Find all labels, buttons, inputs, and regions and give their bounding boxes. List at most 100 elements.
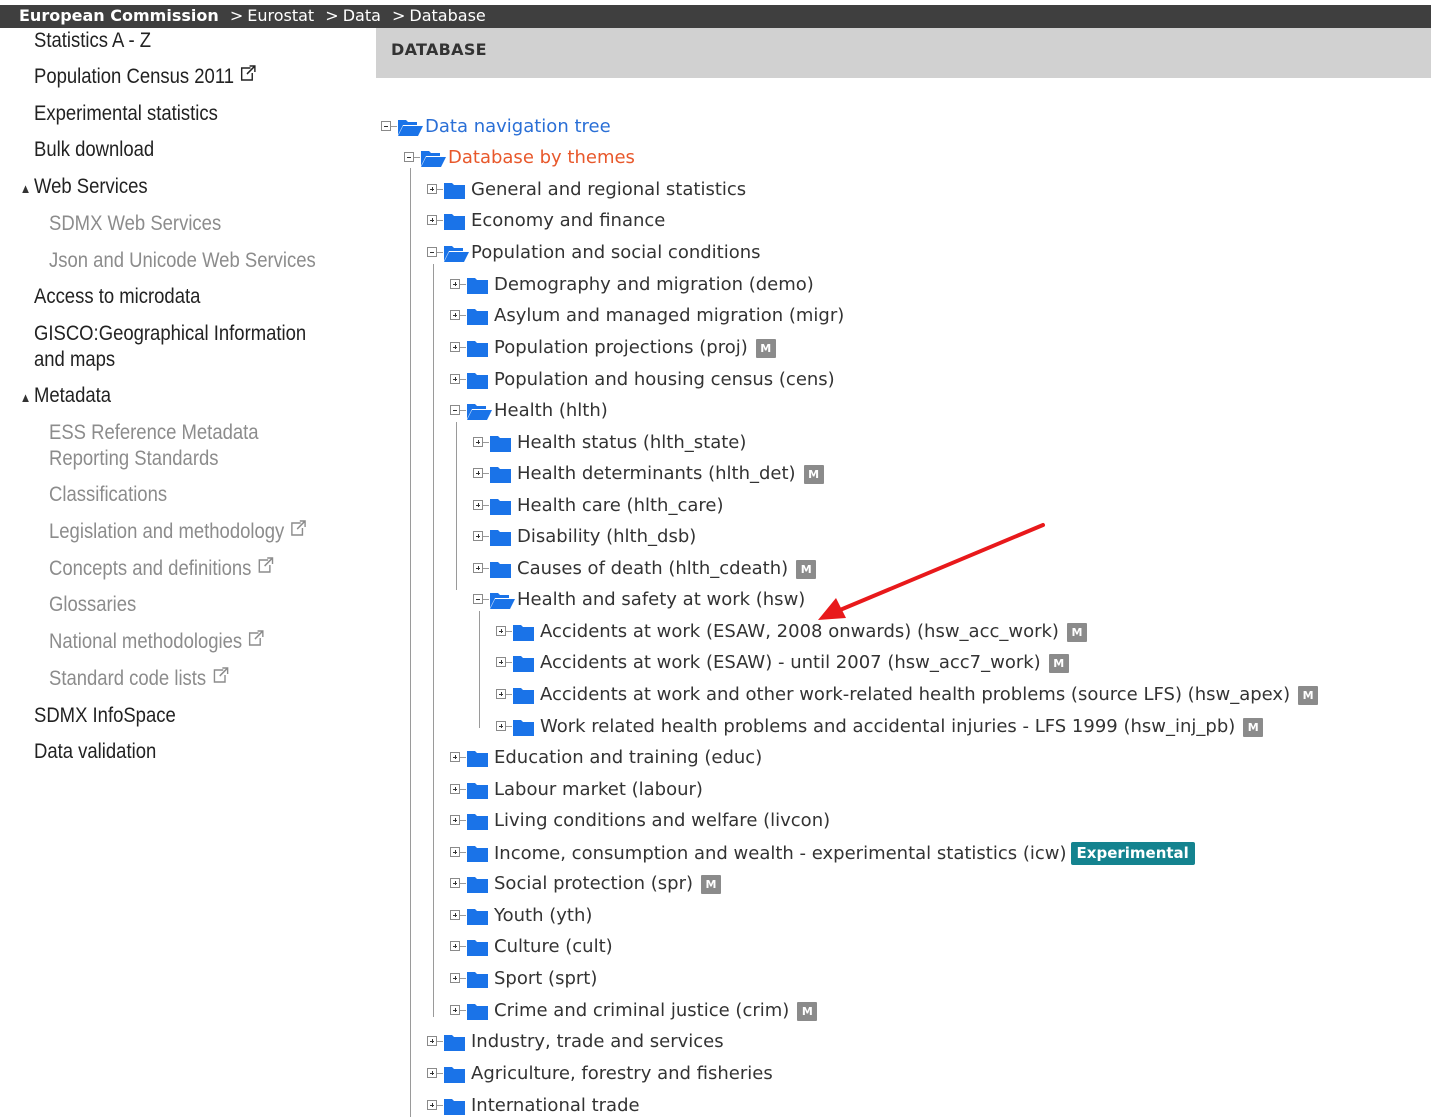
tree-node-label[interactable]: Agriculture, forestry and fisheries <box>471 1063 773 1085</box>
tree-node-label[interactable]: Accidents at work (ESAW, 2008 onwards) (… <box>540 621 1087 643</box>
tree-node-label[interactable]: General and regional statistics <box>471 179 746 201</box>
tree-node-text[interactable]: Health and safety at work (hsw) <box>517 589 805 610</box>
tree-node-label[interactable]: Data navigation tree <box>425 116 611 138</box>
plus-box-icon[interactable] <box>427 1036 437 1046</box>
metadata-badge[interactable]: M <box>1298 686 1319 705</box>
plus-box-icon[interactable] <box>496 721 506 731</box>
tree-node-text[interactable]: Income, consumption and wealth - experim… <box>494 843 1067 864</box>
tree-node-label[interactable]: Health status (hlth_state) <box>517 432 746 454</box>
tree-node-text[interactable]: Database by themes <box>448 147 635 168</box>
tree-node-text[interactable]: General and regional statistics <box>471 179 746 200</box>
minus-box-icon[interactable] <box>427 247 437 257</box>
minus-box-icon[interactable] <box>404 152 414 162</box>
tree-node-text[interactable]: Sport (sprt) <box>494 968 597 989</box>
tree-node-label[interactable]: Asylum and managed migration (migr) <box>494 305 844 327</box>
plus-box-icon[interactable] <box>450 910 460 920</box>
tree-node-label[interactable]: Health (hlth) <box>494 400 608 422</box>
tree-node-text[interactable]: Data navigation tree <box>425 116 611 137</box>
tree-node-label[interactable]: Health care (hlth_care) <box>517 495 723 517</box>
tree-node-label[interactable]: International trade <box>471 1095 640 1117</box>
tree-node-text[interactable]: Industry, trade and services <box>471 1031 724 1052</box>
plus-box-icon[interactable] <box>450 752 460 762</box>
tree-node-text[interactable]: Labour market (labour) <box>494 779 703 800</box>
tree-node-label[interactable]: Income, consumption and wealth - experim… <box>494 842 1195 865</box>
tree-node-text[interactable]: Agriculture, forestry and fisheries <box>471 1063 773 1084</box>
tree-node-text[interactable]: International trade <box>471 1095 640 1116</box>
tree-node-text[interactable]: Health status (hlth_state) <box>517 432 746 453</box>
plus-box-icon[interactable] <box>473 531 483 541</box>
tree-node-label[interactable]: Health and safety at work (hsw) <box>517 589 805 611</box>
plus-box-icon[interactable] <box>427 1100 437 1110</box>
tree-node-text[interactable]: Economy and finance <box>471 210 665 231</box>
tree-node-label[interactable]: Causes of death (hlth_cdeath) M <box>517 558 817 580</box>
plus-box-icon[interactable] <box>450 1005 460 1015</box>
tree-node-text[interactable]: Crime and criminal justice (crim) <box>494 1000 789 1021</box>
tree-node-label[interactable]: Health determinants (hlth_det) M <box>517 463 824 485</box>
tree-node-text[interactable]: Population and housing census (cens) <box>494 369 835 390</box>
metadata-badge[interactable]: M <box>1066 623 1087 642</box>
tree-node-label[interactable]: Culture (cult) <box>494 936 613 958</box>
tree-node-label[interactable]: Work related health problems and acciden… <box>540 716 1264 738</box>
tree-node-text[interactable]: Causes of death (hlth_cdeath) <box>517 558 788 579</box>
tree-node-text[interactable]: Youth (yth) <box>494 905 592 926</box>
tree-node-text[interactable]: Health determinants (hlth_det) <box>517 463 796 484</box>
tree-node-label[interactable]: Accidents at work (ESAW) - until 2007 (h… <box>540 652 1069 674</box>
tree-node-label[interactable]: Social protection (spr) M <box>494 873 722 895</box>
metadata-badge[interactable]: M <box>1243 718 1264 737</box>
tree-node-label[interactable]: Youth (yth) <box>494 905 592 927</box>
tree-node-label[interactable]: Sport (sprt) <box>494 968 597 990</box>
metadata-badge[interactable]: M <box>797 1002 818 1021</box>
metadata-badge[interactable]: M <box>1048 654 1069 673</box>
tree-node-label[interactable]: Population and housing census (cens) <box>494 369 835 391</box>
tree-node-text[interactable]: Living conditions and welfare (livcon) <box>494 810 830 831</box>
plus-box-icon[interactable] <box>450 815 460 825</box>
tree-node-text[interactable]: Accidents at work and other work-related… <box>540 684 1290 705</box>
plus-box-icon[interactable] <box>450 847 460 857</box>
tree-node-label[interactable]: Demography and migration (demo) <box>494 274 814 296</box>
tree-node-text[interactable]: Accidents at work (ESAW) - until 2007 (h… <box>540 652 1041 673</box>
tree-node-label[interactable]: Living conditions and welfare (livcon) <box>494 810 830 832</box>
minus-box-icon[interactable] <box>381 121 391 131</box>
tree-node-label[interactable]: Disability (hlth_dsb) <box>517 526 696 548</box>
tree-node-text[interactable]: Health care (hlth_care) <box>517 495 723 516</box>
plus-box-icon[interactable] <box>496 626 506 636</box>
tree-node-text[interactable]: Population and social conditions <box>471 242 761 263</box>
tree-node-text[interactable]: Health (hlth) <box>494 400 608 421</box>
tree-node-label[interactable]: Labour market (labour) <box>494 779 703 801</box>
tree-node-label[interactable]: Education and training (educ) <box>494 747 762 769</box>
tree-node-label[interactable]: Industry, trade and services <box>471 1031 724 1053</box>
tree-node-text[interactable]: Social protection (spr) <box>494 873 693 894</box>
tree-node-text[interactable]: Disability (hlth_dsb) <box>517 526 696 547</box>
plus-box-icon[interactable] <box>473 563 483 573</box>
minus-box-icon[interactable] <box>450 405 460 415</box>
tree-node-text[interactable]: Accidents at work (ESAW, 2008 onwards) (… <box>540 621 1059 642</box>
minus-box-icon[interactable] <box>473 594 483 604</box>
plus-box-icon[interactable] <box>496 689 506 699</box>
metadata-badge[interactable]: M <box>796 560 817 579</box>
metadata-badge[interactable]: M <box>701 875 722 894</box>
plus-box-icon[interactable] <box>473 437 483 447</box>
plus-box-icon[interactable] <box>450 784 460 794</box>
tree-node-text[interactable]: Education and training (educ) <box>494 747 762 768</box>
tree-node-label[interactable]: Population and social conditions <box>471 242 761 264</box>
tree-node-text[interactable]: Population projections (proj) <box>494 337 748 358</box>
tree-node-text[interactable]: Demography and migration (demo) <box>494 274 814 295</box>
plus-box-icon[interactable] <box>450 374 460 384</box>
plus-box-icon[interactable] <box>450 342 460 352</box>
tree-node-text[interactable]: Culture (cult) <box>494 936 613 957</box>
plus-box-icon[interactable] <box>473 500 483 510</box>
tree-node-label[interactable]: Accidents at work and other work-related… <box>540 684 1319 706</box>
tree-node-label[interactable]: Economy and finance <box>471 210 665 232</box>
metadata-badge[interactable]: M <box>755 339 776 358</box>
tree-node-text[interactable]: Asylum and managed migration (migr) <box>494 305 844 326</box>
tree-node-text[interactable]: Work related health problems and acciden… <box>540 716 1235 737</box>
plus-box-icon[interactable] <box>450 973 460 983</box>
plus-box-icon[interactable] <box>496 657 506 667</box>
plus-box-icon[interactable] <box>473 468 483 478</box>
plus-box-icon[interactable] <box>427 1068 437 1078</box>
metadata-badge[interactable]: M <box>803 465 824 484</box>
plus-box-icon[interactable] <box>427 215 437 225</box>
plus-box-icon[interactable] <box>450 310 460 320</box>
plus-box-icon[interactable] <box>427 184 437 194</box>
tree-node-label[interactable]: Crime and criminal justice (crim) M <box>494 1000 818 1022</box>
